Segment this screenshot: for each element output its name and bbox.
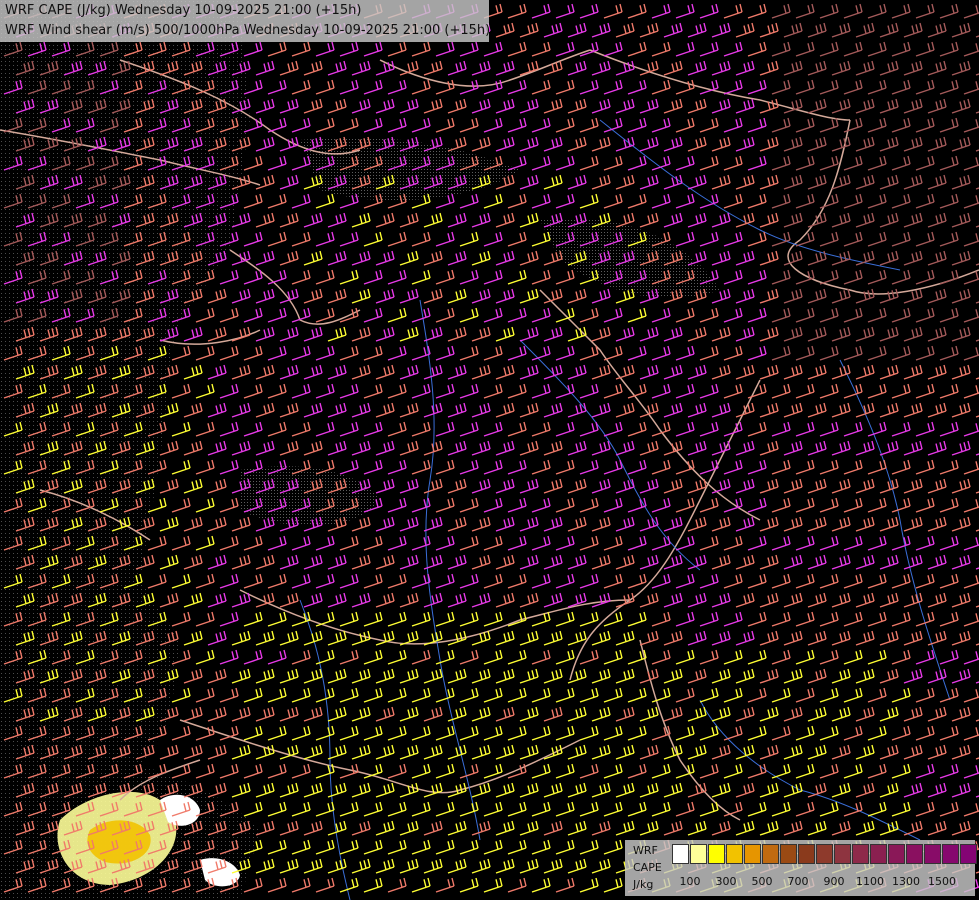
legend-swatch bbox=[726, 844, 743, 864]
legend-swatch bbox=[852, 844, 869, 864]
legend-swatch bbox=[870, 844, 887, 864]
weather-map bbox=[0, 0, 979, 900]
legend-swatch bbox=[888, 844, 905, 864]
legend-swatch bbox=[780, 844, 797, 864]
legend-swatch bbox=[672, 844, 689, 864]
cape-title: WRF CAPE (J/kg) Wednesday 10-09-2025 21:… bbox=[5, 3, 362, 18]
legend-color-scale bbox=[672, 844, 978, 864]
legend-swatch bbox=[924, 844, 941, 864]
legend-label-unit: J/kg bbox=[633, 878, 654, 891]
legend-swatch bbox=[942, 844, 959, 864]
legend-tick-label: 500 bbox=[751, 875, 773, 888]
legend-tick-label: 100 bbox=[679, 875, 701, 888]
cape-legend: WRF CAPE J/kg 100 300 500 700 900 1100 1300 150… bbox=[625, 840, 978, 896]
legend-tick-label: 700 bbox=[787, 875, 809, 888]
legend-label-cape: CAPE bbox=[633, 861, 662, 874]
legend-tick-labels: 100 300 500 700 900 1100 1300 1500 bbox=[672, 876, 972, 890]
legend-swatch bbox=[960, 844, 977, 864]
legend-swatch bbox=[798, 844, 815, 864]
legend-swatch bbox=[906, 844, 923, 864]
legend-tick-label: 900 bbox=[823, 875, 845, 888]
legend-label-wrf: WRF bbox=[633, 844, 658, 857]
legend-swatch bbox=[762, 844, 779, 864]
legend-swatch bbox=[690, 844, 707, 864]
map-title-box: WRF CAPE (J/kg) Wednesday 10-09-2025 21:… bbox=[0, 0, 491, 42]
legend-tick-label: 1500 bbox=[928, 875, 956, 888]
legend-swatch bbox=[708, 844, 725, 864]
legend-swatch bbox=[744, 844, 761, 864]
legend-swatch bbox=[816, 844, 833, 864]
legend-tick-label: 1300 bbox=[892, 875, 920, 888]
legend-tick-label: 300 bbox=[715, 875, 737, 888]
legend-swatch bbox=[834, 844, 851, 864]
legend-tick-label: 1100 bbox=[856, 875, 884, 888]
wind-shear-title: WRF Wind shear (m/s) 500/1000hPa Wednesd… bbox=[5, 23, 491, 38]
